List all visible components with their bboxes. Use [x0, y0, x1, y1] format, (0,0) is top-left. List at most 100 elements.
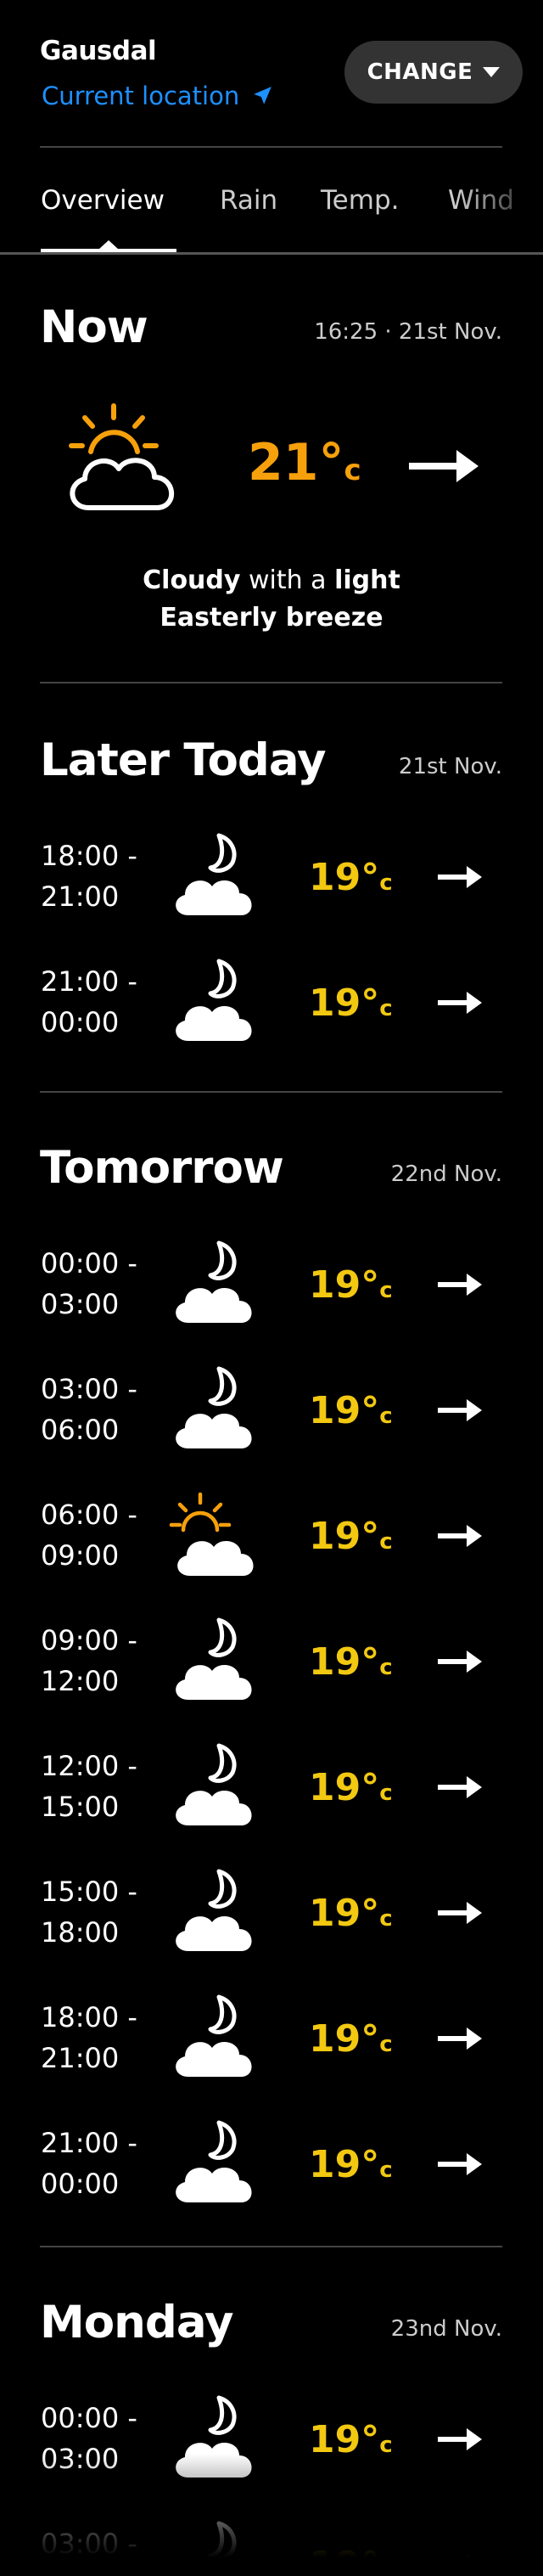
forecast-temperature: 19°c: [309, 1263, 393, 1307]
forecast-time: 06:00 - 09:00: [41, 1494, 137, 1576]
forecast-row[interactable]: 09:00 - 12:00 19°c: [0, 1605, 543, 1730]
cloud-moon-icon: [176, 1869, 252, 1951]
later-today-title: Later Today: [40, 734, 327, 786]
tab-overview[interactable]: Overview: [41, 185, 165, 216]
forecast-row[interactable]: 03:00 - 06:00 19°c: [0, 1353, 543, 1479]
forecast-time: 03:00 - 06:00: [41, 1369, 137, 1450]
forecast-temperature: 19°c: [309, 2143, 393, 2186]
wind-arrow-east-icon: [438, 1399, 482, 1421]
tomorrow-date: 22nd Nov.: [390, 1161, 502, 1187]
temp-value: 19°: [309, 1892, 380, 1935]
time-end: 21:00: [41, 2042, 120, 2074]
temp-value: 19°: [309, 1515, 380, 1558]
cloud-moon-icon: [176, 1994, 252, 2077]
bottom-fade-overlay: [0, 2454, 543, 2576]
temp-unit: c: [379, 1906, 393, 1932]
forecast-row[interactable]: 18:00 - 21:00 19°c: [0, 820, 543, 946]
cloud-moon-icon: [176, 1366, 252, 1448]
forecast-time: 12:00 - 15:00: [41, 1746, 137, 1827]
forecast-row[interactable]: 12:00 - 15:00 19°c: [0, 1730, 543, 1856]
forecast-row[interactable]: 06:00 - 09:00 19°c: [0, 1479, 543, 1605]
time-start: 06:00 -: [41, 1499, 137, 1531]
time-start: 18:00 -: [41, 2001, 137, 2033]
forecast-temperature: 19°c: [309, 1892, 393, 1935]
temp-value: 19°: [309, 981, 380, 1025]
weather-description: Cloudy with a light Easterly breeze: [0, 562, 543, 637]
current-location-link[interactable]: Current location: [42, 82, 273, 110]
time-start: 15:00 -: [41, 1876, 137, 1908]
header-divider: [40, 146, 502, 148]
time-start: 21:00 -: [41, 965, 137, 998]
tab-temp[interactable]: Temp.: [321, 185, 399, 216]
wind-arrow-east-icon: [438, 2153, 482, 2175]
time-end: 18:00: [41, 1916, 120, 1949]
forecast-row[interactable]: 00:00 - 03:00 19°c: [0, 1228, 543, 1353]
temp-unit: c: [379, 996, 393, 1021]
now-temp-unit: c: [344, 453, 361, 487]
forecast-row[interactable]: 21:00 - 00:00 19°c: [0, 2107, 543, 2233]
desc-wind: Easterly breeze: [160, 603, 383, 633]
change-location-button[interactable]: CHANGE: [344, 41, 523, 104]
temp-value: 19°: [309, 1263, 380, 1307]
wind-arrow-east-icon: [409, 450, 479, 482]
time-end: 09:00: [41, 1539, 120, 1572]
temp-unit: c: [379, 870, 393, 896]
forecast-time: 15:00 - 18:00: [41, 1871, 137, 1953]
section-divider: [40, 682, 502, 683]
temp-value: 19°: [309, 1640, 380, 1684]
temp-unit: c: [379, 1278, 393, 1303]
desc-connector: with a: [240, 565, 335, 595]
tab-wind[interactable]: Wind: [448, 185, 514, 216]
monday-title: Monday: [40, 2297, 234, 2348]
time-start: 21:00 -: [41, 2127, 137, 2159]
cloud-moon-icon: [176, 959, 252, 1041]
forecast-time: 00:00 - 03:00: [41, 1243, 137, 1325]
cloud-sun-icon: [169, 1492, 254, 1576]
wind-arrow-east-icon: [438, 1776, 482, 1798]
temp-unit: c: [379, 1655, 393, 1680]
time-end: 00:00: [41, 2168, 120, 2200]
forecast-temperature: 19°c: [309, 1389, 393, 1432]
wind-arrow-east-icon: [438, 992, 482, 1014]
temp-unit: c: [379, 2157, 393, 2183]
cloud-moon-icon: [176, 1743, 252, 1825]
tab-rain[interactable]: Rain: [220, 185, 277, 216]
forecast-row[interactable]: 18:00 - 21:00 19°c: [0, 1982, 543, 2107]
forecast-row[interactable]: 21:00 - 00:00 19°c: [0, 946, 543, 1071]
temp-unit: c: [379, 1780, 393, 1806]
section-divider: [40, 1091, 502, 1093]
forecast-temperature: 19°c: [309, 1515, 393, 1558]
time-start: 18:00 -: [41, 840, 137, 872]
time-start: 00:00 -: [41, 2402, 137, 2434]
location-arrow-icon: [254, 87, 272, 104]
partly-sunny-cloud-icon: [69, 403, 174, 510]
time-start: 03:00 -: [41, 1373, 137, 1405]
temp-unit: c: [379, 1529, 393, 1555]
tab-bar: Overview Rain Temp. Wind: [0, 170, 543, 255]
time-start: 12:00 -: [41, 1750, 137, 1782]
now-timestamp: 16:25 · 21st Nov.: [314, 319, 502, 345]
change-button-label: CHANGE: [367, 59, 473, 85]
wind-arrow-east-icon: [438, 1525, 482, 1547]
time-end: 12:00: [41, 1665, 120, 1697]
cloud-moon-icon: [176, 1617, 252, 1700]
forecast-temperature: 19°c: [309, 981, 393, 1025]
tabs-underline: [0, 252, 543, 255]
temp-value: 19°: [309, 2143, 380, 2186]
location-header: Gausdal Current location CHANGE: [0, 0, 543, 146]
temp-value: 19°: [309, 1766, 380, 1809]
tomorrow-title: Tomorrow: [40, 1142, 284, 1194]
cloud-moon-icon: [176, 833, 252, 915]
cloud-moon-icon: [176, 2120, 252, 2202]
wind-arrow-east-icon: [438, 1902, 482, 1924]
temp-value: 19°: [309, 1389, 380, 1432]
forecast-row[interactable]: 15:00 - 18:00 19°c: [0, 1856, 543, 1982]
forecast-temperature: 19°c: [309, 1766, 393, 1809]
wind-arrow-east-icon: [438, 1274, 482, 1296]
forecast-time: 18:00 - 21:00: [41, 1997, 137, 2078]
temp-unit: c: [379, 2032, 393, 2057]
temp-value: 19°: [309, 2017, 380, 2061]
time-start: 00:00 -: [41, 1247, 137, 1280]
forecast-temperature: 19°c: [309, 856, 393, 899]
temp-unit: c: [379, 1403, 393, 1429]
